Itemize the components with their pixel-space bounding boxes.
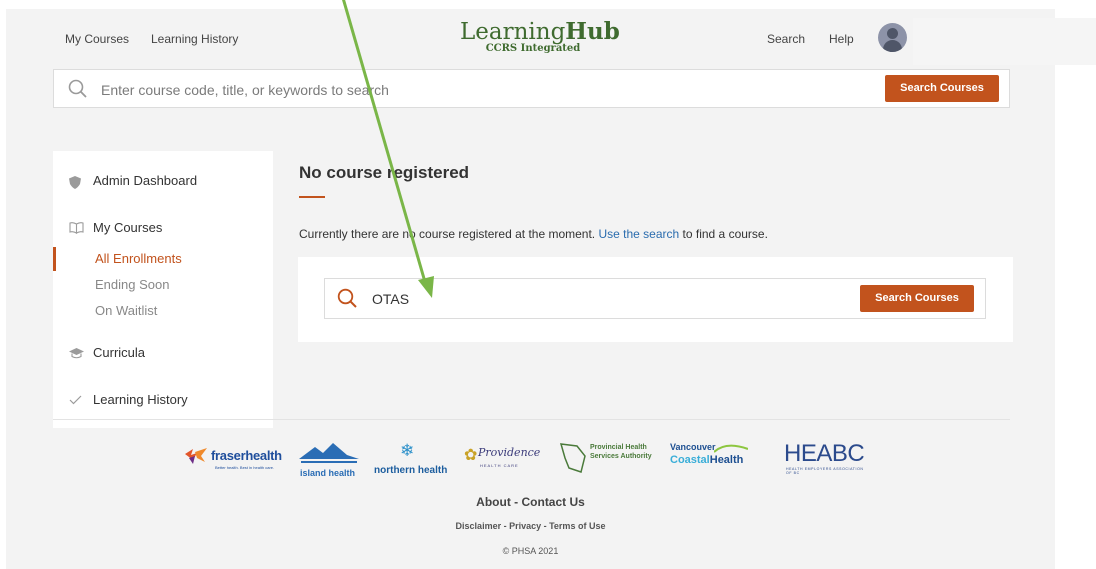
fraserhealth-mark-icon <box>185 448 207 464</box>
checkmark-icon <box>69 395 82 405</box>
book-icon <box>69 222 84 234</box>
fraserhealth-logo[interactable]: fraserhealth Better health. Best in heal… <box>183 444 283 474</box>
vch-text-1: Vancouver <box>670 442 716 452</box>
active-indicator <box>53 247 56 271</box>
footer-divider <box>53 419 1010 420</box>
footer-legal-links[interactable]: Disclaimer - Privacy - Terms of Use <box>456 521 606 531</box>
redacted-area <box>913 18 1096 65</box>
providence-subtext: HEALTH CARE <box>480 463 519 468</box>
phsa-text-1: Provincial Health <box>590 444 647 451</box>
sidebar-item-my-courses[interactable]: My Courses <box>93 220 162 235</box>
graduation-cap-icon <box>69 348 84 359</box>
sidebar-sub-all-enrollments[interactable]: All Enrollments <box>95 251 182 266</box>
top-search-bar[interactable]: Enter course code, title, or keywords to… <box>53 69 1010 108</box>
heabc-text: HEABC <box>784 440 865 467</box>
northern-health-logo[interactable]: ❄ northern health <box>374 441 454 479</box>
sidebar: Admin Dashboard My Courses All Enrollmen… <box>53 151 273 428</box>
sidebar-item-learning-history[interactable]: Learning History <box>93 392 188 407</box>
top-margin <box>6 0 1096 9</box>
message-text-after: to find a course. <box>679 227 768 241</box>
sidebar-sub-on-waitlist[interactable]: On Waitlist <box>95 303 157 318</box>
heabc-logo[interactable]: HEABC HEALTH EMPLOYERS ASSOCIATION OF BC <box>784 440 868 478</box>
footer-copyright: © PHSA 2021 <box>502 546 559 556</box>
heabc-subtext: HEALTH EMPLOYERS ASSOCIATION OF BC <box>786 467 864 475</box>
shield-icon <box>69 176 81 189</box>
vch-text-coastal: Coastal <box>670 454 710 466</box>
logo-main-bold: Hub <box>565 18 620 45</box>
top-search-placeholder: Enter course code, title, or keywords to… <box>101 82 389 98</box>
use-the-search-link[interactable]: Use the search <box>598 227 679 241</box>
sidebar-item-curricula[interactable]: Curricula <box>93 345 145 360</box>
user-avatar[interactable] <box>878 23 907 52</box>
nav-help[interactable]: Help <box>829 32 854 46</box>
snowflake-icon: ❄ <box>400 441 415 460</box>
page-title: No course registered <box>299 163 470 182</box>
nav-search[interactable]: Search <box>767 32 805 46</box>
search-courses-button[interactable]: Search Courses <box>860 285 974 312</box>
island-health-text: island health <box>300 468 356 478</box>
search-input-value: OTAS <box>372 291 410 307</box>
learninghub-logo[interactable]: LearningHub CCRS Integrated <box>460 19 620 55</box>
nav-my-courses[interactable]: My Courses <box>65 32 129 46</box>
message-text-before: Currently there are no course registered… <box>299 227 599 241</box>
mountains-icon <box>299 443 359 463</box>
providence-logo[interactable]: ✿ Providence HEALTH CARE <box>464 443 548 477</box>
northern-health-text: northern health <box>374 465 448 476</box>
vch-text-health: Health <box>709 454 744 466</box>
island-health-logo[interactable]: island health <box>299 441 361 479</box>
fraserhealth-text: fraserhealth <box>211 448 282 463</box>
sidebar-sub-ending-soon[interactable]: Ending Soon <box>95 277 169 292</box>
bc-map-icon <box>559 443 586 473</box>
footer-about-contact-link[interactable]: About - Contact Us <box>476 495 585 509</box>
phsa-logo[interactable]: Provincial Health Services Authority <box>559 442 661 476</box>
providence-text: Providence <box>478 446 541 459</box>
search-icon <box>68 79 87 98</box>
wave-icon <box>714 444 748 453</box>
search-icon <box>337 288 357 308</box>
fraserhealth-tagline: Better health. Best in health care. <box>215 465 275 470</box>
vancouver-coastal-health-logo[interactable]: Vancouver CoastalHealth <box>670 442 762 476</box>
empty-state-message: Currently there are no course registered… <box>299 227 768 241</box>
title-underline <box>299 196 325 198</box>
leaf-icon: ✿ <box>464 447 478 464</box>
phsa-text-2: Services Authority <box>590 453 652 460</box>
logo-main-light: Learning <box>460 19 566 45</box>
sidebar-item-admin-dashboard[interactable]: Admin Dashboard <box>93 173 197 188</box>
top-search-courses-button[interactable]: Search Courses <box>885 75 999 102</box>
nav-learning-history[interactable]: Learning History <box>151 32 238 46</box>
